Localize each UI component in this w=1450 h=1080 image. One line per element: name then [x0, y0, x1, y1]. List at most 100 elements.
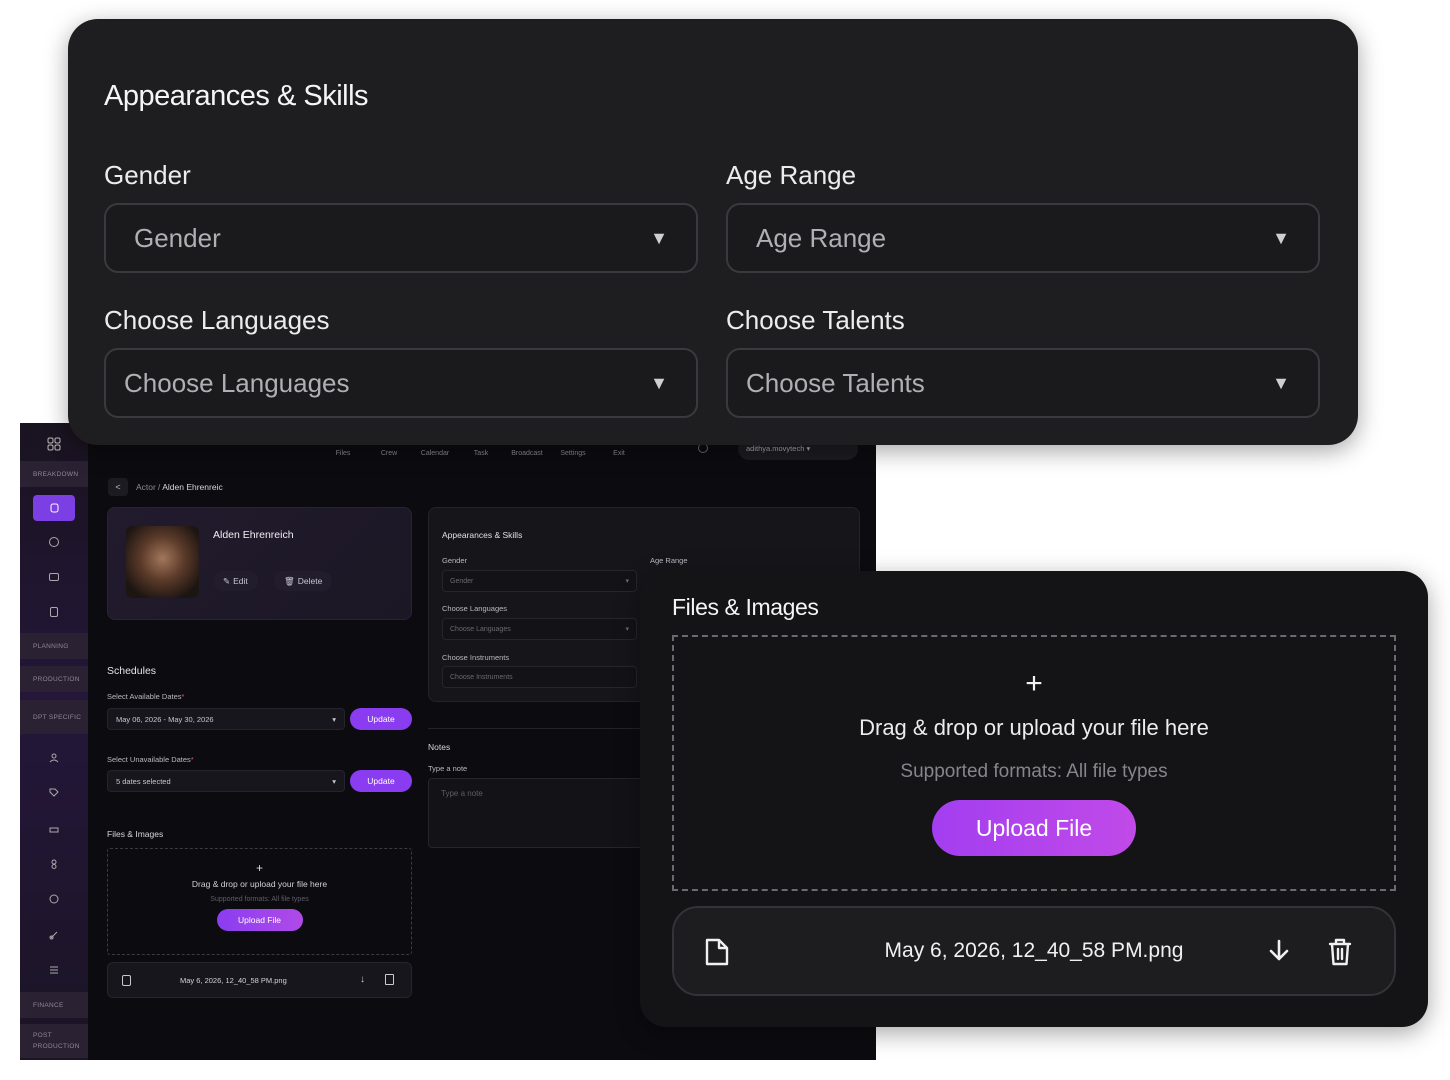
apps-grid-icon[interactable]: [47, 437, 61, 451]
rail-item-docs[interactable]: [33, 599, 75, 625]
file-drop-zone[interactable]: + Drag & drop or upload your file here S…: [107, 848, 412, 955]
dropdown-arrow-icon: ▼: [650, 372, 668, 393]
chevron-down-icon: ▾: [332, 776, 336, 786]
list-icon: [50, 966, 58, 974]
file-icon: [122, 975, 131, 986]
rail-item-locations[interactable]: [33, 529, 75, 555]
edit-button[interactable]: ✎ Edit: [213, 571, 258, 591]
file-drop-zone[interactable]: + Drag & drop or upload your file here S…: [672, 635, 1396, 891]
schedules-title: Schedules: [107, 665, 157, 677]
breadcrumb-parent[interactable]: Actor: [136, 482, 156, 492]
uploaded-file-row: May 6, 2026, 12_40_58 PM.png: [672, 906, 1396, 996]
age-range-placeholder: Age Range: [756, 222, 887, 253]
file-name: May 6, 2026, 12_40_58 PM.png: [180, 976, 287, 985]
delete-button[interactable]: 🗑 Delete: [274, 571, 333, 591]
chevron-down-icon: ▾: [625, 626, 629, 633]
note-input[interactable]: Type a note: [428, 778, 658, 848]
trash-icon[interactable]: [1328, 937, 1352, 967]
upload-file-button[interactable]: Upload File: [216, 909, 303, 931]
unavailable-dates-field[interactable]: 5 dates selected ▾: [107, 770, 345, 792]
trash-icon: 🗑: [284, 575, 295, 586]
rail-section-post-production: POST PRODUCTION: [20, 1024, 88, 1058]
rail-item-equipment[interactable]: [33, 815, 75, 841]
gender-select[interactable]: Gender ▼: [104, 203, 698, 273]
pencil-icon: ✎: [223, 575, 231, 586]
available-dates-label: Select Available Dates*: [107, 692, 185, 701]
copy-icon: [50, 503, 59, 513]
drop-instructions: Drag & drop or upload your file here: [859, 715, 1209, 740]
gender-label: Gender: [104, 160, 191, 190]
rail-item-actors[interactable]: [33, 495, 75, 521]
talents-label: Choose Talents: [726, 305, 905, 335]
rail-item-tags[interactable]: [33, 780, 75, 806]
age-range-label: Age Range: [650, 556, 688, 565]
actor-profile-card: Alden Ehrenreich ✎ Edit 🗑 Delete: [107, 507, 412, 620]
gender-label: Gender: [442, 556, 468, 565]
actor-photo: [126, 526, 199, 598]
rail-section-breakdown: BREAKDOWN: [20, 461, 88, 487]
card-title: Files & Images: [672, 594, 819, 620]
trash-icon[interactable]: [385, 974, 394, 985]
rail-section-finance: FINANCE: [20, 992, 88, 1018]
dropdown-arrow-icon: ▼: [1272, 372, 1290, 393]
plus-icon: +: [255, 861, 263, 875]
languages-select[interactable]: Choose Languages ▾: [442, 618, 637, 640]
update-available-button[interactable]: Update: [350, 708, 412, 730]
download-icon[interactable]: ↓: [360, 974, 365, 985]
supported-formats: Supported formats: All file types: [900, 761, 1168, 782]
languages-select[interactable]: Choose Languages ▼: [104, 348, 698, 418]
rail-item-wardrobe[interactable]: [33, 851, 75, 877]
age-range-label: Age Range: [726, 160, 857, 190]
document-icon: [50, 607, 58, 617]
languages-placeholder: Choose Languages: [124, 367, 350, 398]
talents-select[interactable]: Choose Talents ▼: [726, 348, 1320, 418]
dropdown-arrow-icon: ▼: [650, 227, 668, 248]
divider: [428, 728, 658, 729]
rail-item-crew[interactable]: [33, 745, 75, 771]
age-range-select[interactable]: Age Range ▼: [726, 203, 1320, 273]
chevron-down-icon: ▾: [332, 714, 336, 724]
card-title: Appearances & Skills: [104, 80, 369, 112]
rail-section-dpt-specific: DPT SPECIFIC: [20, 700, 88, 734]
download-icon[interactable]: [1268, 937, 1290, 965]
update-unavailable-button[interactable]: Update: [350, 770, 412, 792]
talents-placeholder: Choose Talents: [746, 367, 925, 398]
chevron-down-icon: ▾: [625, 578, 629, 585]
unavailable-dates-value: 5 dates selected: [116, 776, 171, 786]
languages-label: Choose Languages: [104, 305, 330, 335]
breadcrumb: < Actor / Alden Ehrenreic: [108, 478, 223, 496]
gender-select[interactable]: Gender ▾: [442, 570, 637, 592]
actor-name: Alden Ehrenreich: [213, 529, 294, 541]
contacts-icon: [49, 573, 59, 581]
uploaded-file-row: May 6, 2026, 12_40_58 PM.png ↓: [107, 962, 412, 998]
panel-title: Appearances & Skills: [442, 530, 523, 540]
palette-icon: [49, 894, 59, 904]
rail-item-music[interactable]: [33, 922, 75, 948]
rail-item-props[interactable]: [33, 564, 75, 590]
instruments-select[interactable]: Choose Instruments: [442, 666, 637, 688]
notes-title: Notes: [428, 742, 451, 752]
rail-item-reports[interactable]: [33, 957, 75, 983]
tag-icon: [49, 788, 59, 797]
unavailable-dates-label: Select Unavailable Dates*: [107, 755, 194, 764]
rail-item-makeup[interactable]: [33, 886, 75, 912]
chevron-left-icon: <: [115, 482, 121, 492]
appearances-skills-card: Appearances & Skills Gender Gender ▼ Age…: [68, 19, 1358, 445]
tray-icon: [49, 827, 59, 833]
available-dates-field[interactable]: May 06, 2026 - May 30, 2026 ▾: [107, 708, 345, 730]
group-icon: [49, 753, 59, 763]
guitar-icon: [49, 931, 58, 940]
hanger-icon: [51, 859, 57, 869]
supported-formats: Supported formats: All file types: [210, 896, 309, 903]
dropdown-arrow-icon: ▼: [1272, 227, 1290, 248]
plus-icon: +: [1025, 667, 1043, 700]
pie-icon: [49, 537, 59, 547]
breadcrumb-current: Alden Ehrenreic: [162, 482, 223, 492]
back-button[interactable]: <: [108, 478, 128, 496]
upload-file-button[interactable]: Upload File: [932, 800, 1136, 856]
rail-section-production: PRODUCTION: [20, 666, 88, 692]
available-dates-value: May 06, 2026 - May 30, 2026: [116, 714, 214, 724]
note-label: Type a note: [428, 764, 468, 773]
languages-label: Choose Languages: [442, 604, 508, 613]
sidebar-rail: BREAKDOWN PLANNING PRODUCTION DPT SPECIF…: [20, 423, 88, 1060]
